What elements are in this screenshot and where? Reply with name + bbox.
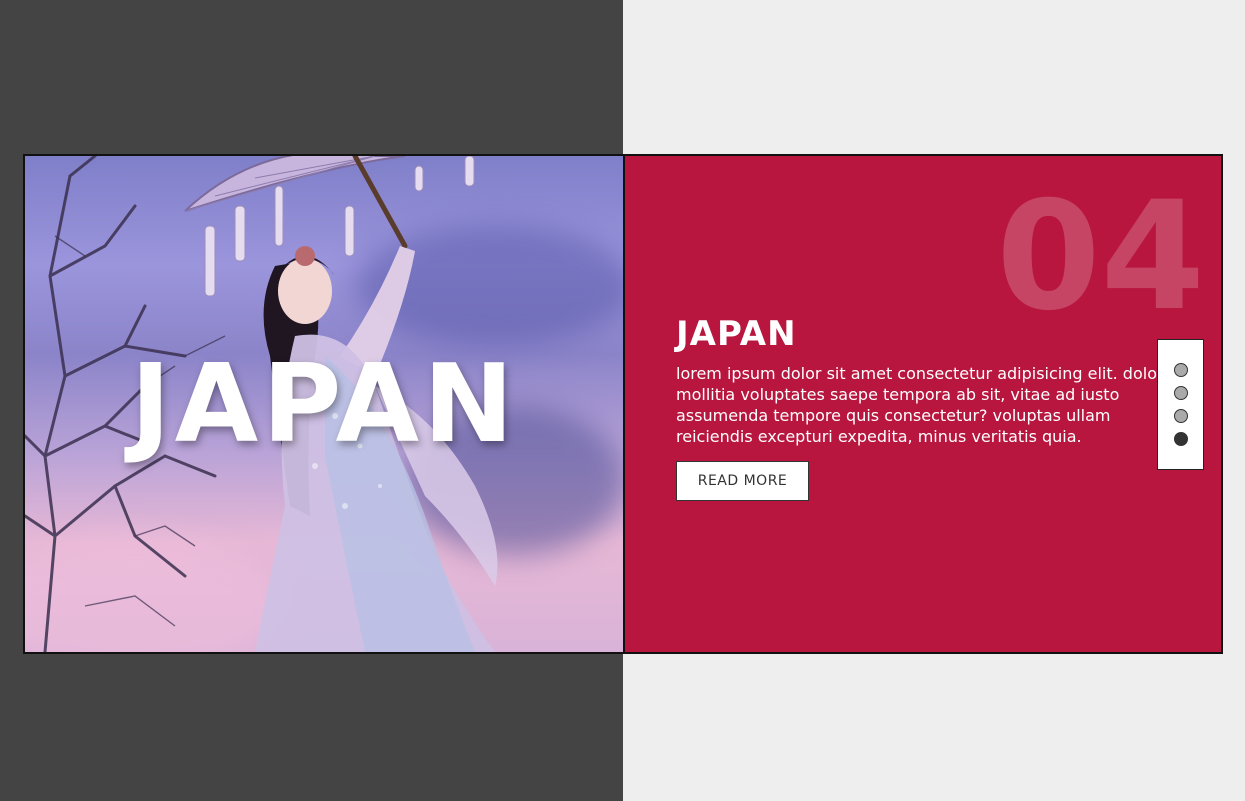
slide-content-panel: 04 JAPAN lorem ipsum dolor sit amet cons… xyxy=(625,156,1221,652)
slide-image: JAPAN xyxy=(25,156,625,652)
pagination-dot-4[interactable] xyxy=(1173,432,1188,446)
slide-title: JAPAN xyxy=(676,314,797,354)
pagination-dot-3[interactable] xyxy=(1173,409,1188,423)
slide-description: lorem ipsum dolor sit amet consectetur a… xyxy=(676,364,1164,446)
hero-title: JAPAN xyxy=(130,342,518,467)
pagination-dot-1[interactable] xyxy=(1173,363,1188,377)
read-more-button[interactable]: READ MORE xyxy=(676,461,809,501)
slider-card: JAPAN 04 JAPAN lorem ipsum dolor sit ame… xyxy=(23,154,1223,654)
slide-pagination xyxy=(1157,339,1204,470)
pagination-dot-2[interactable] xyxy=(1173,386,1188,400)
slide-number: 04 xyxy=(996,170,1205,344)
